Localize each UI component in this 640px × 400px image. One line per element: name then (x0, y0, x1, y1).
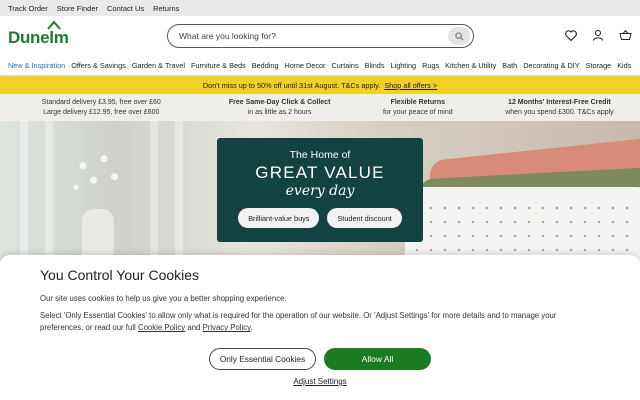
store-finder-link[interactable]: Store Finder (57, 4, 98, 13)
allow-all-button[interactable]: Allow All (324, 348, 431, 370)
usp-returns[interactable]: Flexible Returns for your peace of mind (383, 98, 453, 117)
nav-item-blinds[interactable]: Blinds (365, 61, 385, 70)
cookie-details-end: . (250, 323, 253, 333)
hero-title: GREAT VALUE (255, 163, 385, 182)
utility-bar: Track Order Store Finder Contact Us Retu… (0, 0, 640, 16)
only-essential-cookies-button[interactable]: Only Essential Cookies (209, 348, 316, 370)
promo-text: Don't miss up to 50% off until 31st Augu… (202, 80, 381, 90)
promo-banner: Don't miss up to 50% off until 31st Augu… (0, 76, 640, 94)
curtain-fold (20, 121, 28, 261)
hero-card: The Home of GREAT VALUE every day Brilli… (217, 138, 423, 242)
cookie-details-body: Select 'Only Essential Cookies' to allow… (40, 311, 557, 333)
search-icon (454, 31, 464, 41)
nav-item-bedding[interactable]: Bedding (252, 61, 279, 70)
search-placeholder: What are you looking for? (179, 31, 276, 41)
cookie-policy-link[interactable]: Cookie Policy (138, 323, 185, 332)
nav-item-bath[interactable]: Bath (502, 61, 517, 70)
search-button[interactable] (448, 27, 470, 45)
cookie-details-and: and (185, 323, 203, 333)
nav-item-furniture-beds[interactable]: Furniture & Beds (191, 61, 246, 70)
usp-click-collect-line1: Free Same-Day Click & Collect (228, 99, 331, 107)
adjust-settings-link[interactable]: Adjust Settings (0, 377, 640, 386)
curtain-fold (150, 121, 158, 261)
vase-decoration (82, 209, 114, 261)
usp-credit-line1: 12 Months' Interest-Free Credit (508, 99, 611, 107)
usp-delivery-line1: Standard delivery £3.95, free over £60 (41, 99, 161, 107)
nav-item-lighting[interactable]: Lighting (391, 61, 417, 70)
usp-credit[interactable]: 12 Months' Interest-Free Credit when you… (505, 98, 613, 117)
basket-icon[interactable] (618, 28, 632, 42)
usp-delivery[interactable]: Standard delivery £3.95, free over £60 L… (26, 98, 176, 117)
logo-text: Dunelm (8, 28, 69, 47)
brilliant-value-buys-button[interactable]: Brilliant-value buys (238, 208, 320, 228)
usp-returns-line1: Flexible Returns (390, 99, 446, 107)
heart-icon[interactable] (564, 28, 578, 42)
usp-credit-line2: when you spend £300. T&Cs apply (505, 108, 614, 116)
nav-item-new-inspiration[interactable]: New & Inspiration (8, 61, 65, 70)
pillow-pattern (410, 201, 640, 261)
usp-bar: Standard delivery £3.95, free over £60 L… (0, 94, 640, 121)
returns-link[interactable]: Returns (153, 4, 179, 13)
nav-item-kitchen-utility[interactable]: Kitchen & Utility (445, 61, 496, 70)
cookie-title: You Control Your Cookies (40, 267, 200, 283)
main-navigation: New & Inspiration Offers & Savings Garde… (0, 56, 640, 76)
logo-roof-icon (47, 20, 61, 30)
contact-us-link[interactable]: Contact Us (107, 4, 144, 13)
cookie-details-text: Select 'Only Essential Cookies' to allow… (40, 310, 600, 335)
nav-item-kids[interactable]: Kids (617, 61, 631, 70)
nav-item-home-decor[interactable]: Home Decor (285, 61, 326, 70)
usp-click-collect-line2: in as little as 2 hours (247, 108, 312, 116)
curtain-fold (45, 121, 53, 261)
usp-delivery-line2: Large delivery £12.95, free over £600 (43, 108, 160, 116)
shop-all-offers-link[interactable]: Shop all offers > (384, 81, 437, 90)
nav-item-rugs[interactable]: Rugs (422, 61, 439, 70)
site-header: Dunelm What are you looking for? (0, 16, 640, 56)
hero-pre-title: The Home of (289, 149, 351, 161)
usp-click-collect[interactable]: Free Same-Day Click & Collect in as litt… (229, 98, 331, 117)
nav-item-garden-travel[interactable]: Garden & Travel (132, 61, 185, 70)
nav-item-decorating-diy[interactable]: Decorating & DIY (523, 61, 579, 70)
nav-item-storage[interactable]: Storage (586, 61, 612, 70)
account-icon[interactable] (591, 28, 605, 42)
hero-subtitle: every day (285, 183, 355, 199)
nav-item-curtains[interactable]: Curtains (331, 61, 358, 70)
student-discount-button[interactable]: Student discount (327, 208, 402, 228)
curtain-fold (175, 121, 183, 261)
privacy-policy-link[interactable]: Privacy Policy (203, 323, 251, 332)
usp-returns-line2: for your peace of mind (382, 108, 453, 116)
cookie-banner: You Control Your Cookies Our site uses c… (0, 255, 640, 400)
cookie-intro-text: Our site uses cookies to help us give yo… (40, 294, 287, 303)
nav-item-offers[interactable]: Offers & Savings (71, 61, 126, 70)
track-order-link[interactable]: Track Order (8, 4, 48, 13)
flowers-decoration (62, 137, 132, 209)
search-input[interactable]: What are you looking for? (167, 24, 474, 48)
